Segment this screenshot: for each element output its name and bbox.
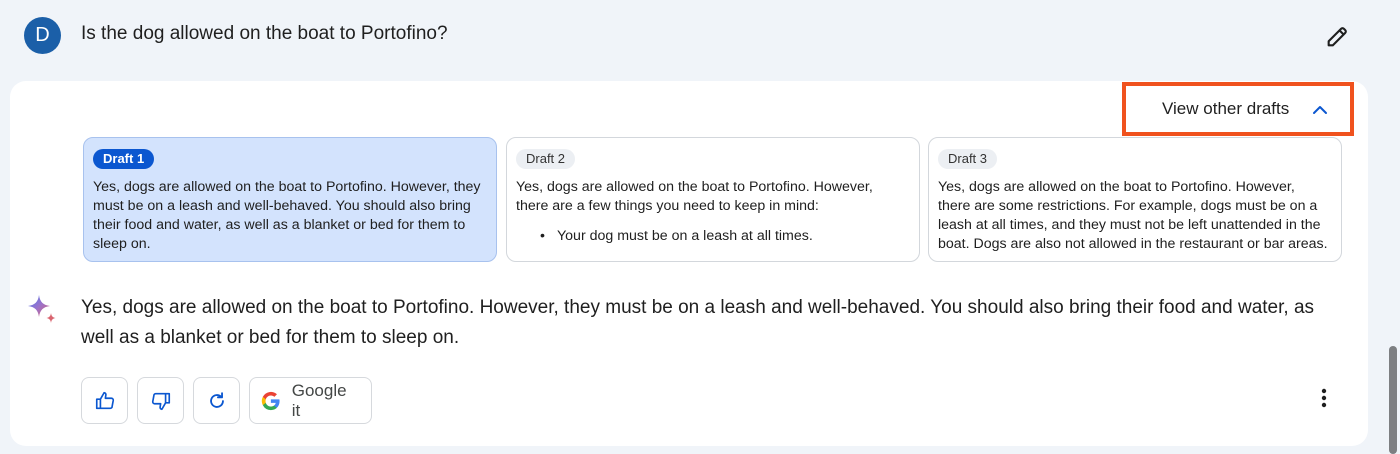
sparkle-icon	[28, 295, 56, 323]
draft-text-block: Yes, dogs are allowed on the boat to Por…	[516, 178, 907, 246]
draft-card-1[interactable]: Draft 1 Yes, dogs are allowed on the boa…	[83, 137, 497, 262]
google-it-label: Google it	[291, 380, 347, 420]
draft-badge: Draft 1	[93, 149, 155, 169]
thumbs-down-icon	[151, 392, 170, 410]
google-logo-icon	[261, 391, 280, 410]
draft-card-3[interactable]: Draft 3 Yes, dogs are allowed on the boa…	[928, 137, 1342, 262]
thumbs-up-icon	[95, 391, 114, 409]
pencil-icon	[1327, 27, 1347, 47]
chevron-up-icon	[1313, 106, 1327, 114]
view-other-drafts-label: View other drafts	[1162, 99, 1290, 118]
view-other-drafts-button[interactable]: View other drafts	[1122, 82, 1354, 136]
draft-card-2[interactable]: Draft 2 Yes, dogs are allowed on the boa…	[506, 137, 920, 262]
avatar[interactable]: D	[24, 17, 61, 54]
more-vertical-icon	[1321, 388, 1327, 408]
scrollbar-thumb[interactable]	[1389, 346, 1397, 454]
draft-badge: Draft 2	[516, 149, 576, 169]
regenerate-button[interactable]	[193, 377, 240, 424]
thumbs-down-button[interactable]	[137, 377, 184, 424]
edit-prompt-button[interactable]	[1324, 22, 1352, 50]
draft-text: Yes, dogs are allowed on the boat to Por…	[516, 179, 873, 214]
response-card: View other drafts Draft 1 Yes, dogs are …	[10, 81, 1368, 446]
thumbs-up-button[interactable]	[81, 377, 128, 424]
more-options-button[interactable]	[1312, 383, 1336, 413]
refresh-icon	[209, 391, 224, 408]
user-prompt-row: D Is the dog allowed on the boat to Port…	[0, 0, 1400, 72]
draft-bullet-item: Your dog must be on a leash at all times…	[516, 227, 907, 246]
draft-text: Yes, dogs are allowed on the boat to Por…	[93, 179, 481, 252]
prompt-text: Is the dog allowed on the boat to Portof…	[81, 23, 448, 44]
response-text: Yes, dogs are allowed on the boat to Por…	[81, 297, 1315, 348]
draft-text: Yes, dogs are allowed on the boat to Por…	[938, 179, 1328, 252]
draft-badge: Draft 3	[938, 149, 998, 169]
google-it-button[interactable]: Google it	[249, 377, 372, 424]
